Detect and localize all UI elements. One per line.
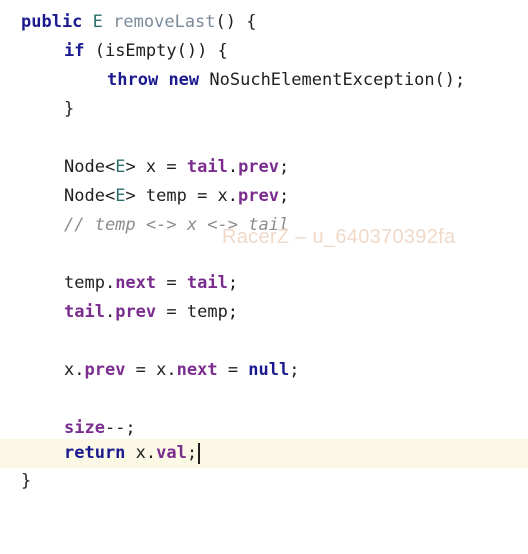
code-line[interactable]: if (isEmpty()) { — [0, 37, 528, 66]
code-text: throw new NoSuchElementException(); — [107, 66, 465, 95]
keyword: return — [64, 443, 126, 463]
code-text: return x.val; — [64, 439, 201, 468]
keyword: if — [64, 41, 85, 61]
watermark: RacerZ – u_640370392fa — [222, 226, 456, 248]
code-line[interactable]: tail.prev = temp; — [0, 298, 528, 327]
code-token: --; — [104, 418, 136, 438]
code-token: . — [104, 302, 116, 322]
code-text: if (isEmpty()) { — [64, 37, 228, 66]
code-text: tail.prev = temp; — [64, 298, 238, 327]
field-name: val — [156, 443, 187, 463]
code-token: ; — [289, 360, 300, 380]
code-token: temp. — [64, 273, 116, 293]
code-token: . — [227, 157, 239, 177]
code-line[interactable]: temp.next = tail; — [0, 269, 528, 298]
field-name: tail — [64, 302, 105, 322]
field-name: prev — [238, 157, 280, 177]
field-name: prev — [84, 360, 126, 380]
code-token: NoSuchElementException(); — [199, 70, 466, 90]
code-token: (isEmpty()) { — [84, 41, 228, 61]
closing-brace: } — [21, 471, 32, 491]
code-line[interactable]: x.prev = x.next = null; — [0, 356, 528, 385]
keyword: public — [21, 12, 83, 32]
code-token: > temp = x. — [125, 186, 239, 206]
code-token: Node< — [64, 157, 116, 177]
code-token: = temp; — [156, 302, 239, 322]
type-name: E — [92, 12, 103, 32]
keyword: new — [168, 70, 200, 90]
code-token: ; — [278, 186, 290, 206]
code-text: temp.next = tail; — [64, 269, 238, 298]
code-line[interactable]: } — [0, 95, 528, 124]
code-line[interactable]: public E removeLast() { — [0, 8, 528, 37]
code-text: Node<E> temp = x.prev; — [64, 182, 289, 211]
code-text: x.prev = x.next = null; — [64, 356, 300, 385]
code-token: x. — [125, 443, 157, 463]
field-name: next — [176, 360, 218, 380]
type-name: E — [115, 157, 126, 177]
field-name: prev — [238, 186, 279, 206]
code-token: Node< — [64, 186, 116, 206]
code-token: x. — [64, 360, 85, 380]
code-token: ; — [186, 443, 198, 463]
method-name: removeLast — [113, 12, 216, 32]
code-token: ; — [279, 157, 290, 177]
code-token: () { — [215, 12, 257, 32]
keyword: throw — [107, 70, 159, 90]
code-token: > x = — [125, 157, 187, 177]
code-text: public E removeLast() { — [21, 8, 256, 37]
code-line[interactable]: Node<E> temp = x.prev; — [0, 182, 528, 211]
field-name: prev — [115, 302, 157, 322]
code-text: Node<E> x = tail.prev; — [64, 153, 289, 182]
code-line[interactable]: Node<E> x = tail.prev; — [0, 153, 528, 182]
field-name: tail — [186, 273, 228, 293]
code-line[interactable]: } — [0, 467, 528, 496]
field-name: tail — [186, 157, 228, 177]
field-name: size — [64, 418, 105, 438]
current-code-line[interactable]: return x.val; — [0, 439, 528, 468]
code-token: = — [217, 360, 249, 380]
code-token: = — [156, 273, 187, 293]
code-token: ; — [227, 273, 239, 293]
text-caret — [198, 442, 201, 464]
code-token: = x. — [125, 360, 177, 380]
field-name: next — [115, 273, 157, 293]
type-name: E — [115, 186, 126, 206]
keyword: null — [248, 360, 290, 380]
code-line[interactable]: throw new NoSuchElementException(); — [0, 66, 528, 95]
closing-brace: } — [64, 99, 75, 119]
code-editor[interactable]: public E removeLast() { if (isEmpty()) {… — [0, 0, 528, 500]
